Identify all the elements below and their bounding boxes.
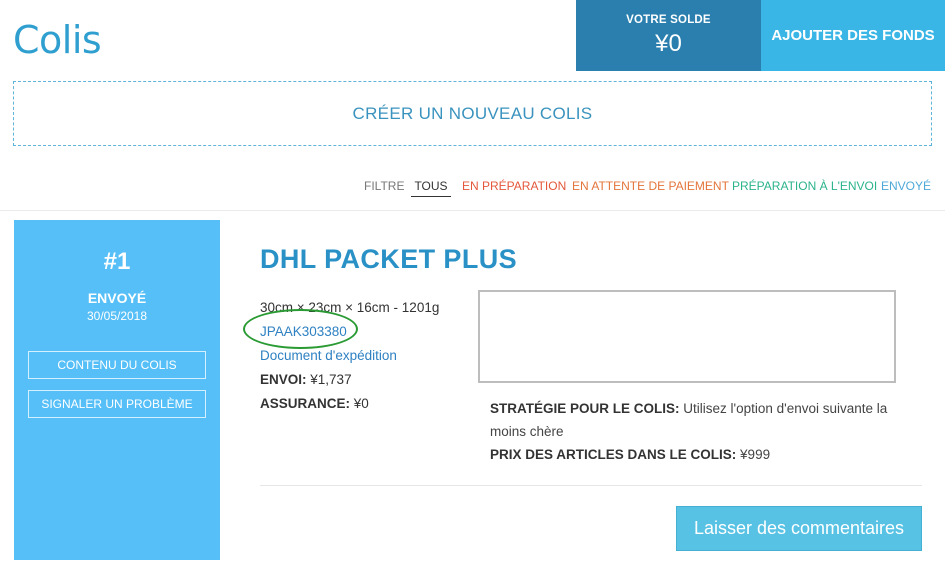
- parcel-card: #1 ENVOYÉ 30/05/2018 CONTENU DU COLIS SI…: [0, 211, 945, 564]
- strategy-row: STRATÉGIE POUR LE COLIS: Utilisez l'opti…: [490, 397, 910, 443]
- parcel-contents-button[interactable]: CONTENU DU COLIS: [28, 351, 206, 379]
- parcel-date: 30/05/2018: [86, 309, 148, 323]
- leave-feedback-button[interactable]: Laisser des commentaires: [676, 506, 922, 551]
- balance-value: ¥0: [655, 30, 682, 57]
- parcel-image-preview: [478, 290, 896, 383]
- filter-awaiting-payment[interactable]: EN ATTENTE DE PAIEMENT: [572, 179, 729, 193]
- card-divider: [260, 485, 922, 486]
- filter-in-preparation[interactable]: EN PRÉPARATION: [462, 179, 566, 193]
- filter-sent[interactable]: ENVOYÉ: [881, 179, 931, 193]
- balance-box: VOTRE SOLDE ¥0: [576, 0, 761, 71]
- insurance-row: ASSURANCE: ¥0: [260, 392, 439, 416]
- create-new-parcel-button[interactable]: CRÉER UN NOUVEAU COLIS: [13, 81, 932, 146]
- balance-label: VOTRE SOLDE: [626, 14, 711, 26]
- parcel-sidebar: #1 ENVOYÉ 30/05/2018 CONTENU DU COLIS SI…: [14, 220, 220, 560]
- parcel-strategy: STRATÉGIE POUR LE COLIS: Utilisez l'opti…: [490, 397, 910, 466]
- carrier-name: DHL PACKET PLUS: [260, 244, 518, 274]
- filter-label: FILTRE: [364, 179, 405, 193]
- filter-bar: FILTRE TOUS EN PRÉPARATION EN ATTENTE DE…: [0, 179, 945, 201]
- shipping-cost-row: ENVOI: ¥1,737: [260, 368, 439, 392]
- parcel-status: ENVOYÉ: [87, 290, 147, 306]
- insurance-label: ASSURANCE:: [260, 396, 351, 411]
- items-price-label: PRIX DES ARTICLES DANS LE COLIS:: [490, 447, 737, 462]
- filter-preparing-shipment[interactable]: PRÉPARATION À L'ENVOI: [732, 179, 877, 193]
- page-title: Colis: [13, 18, 102, 62]
- parcel-number: #1: [103, 248, 131, 275]
- tracking-highlight-circle: [243, 309, 358, 349]
- shipping-cost-label: ENVOI:: [260, 372, 307, 387]
- filter-all[interactable]: TOUS: [411, 179, 451, 197]
- items-price-row: PRIX DES ARTICLES DANS LE COLIS: ¥999: [490, 443, 910, 466]
- items-price-value: ¥999: [740, 447, 771, 462]
- shipping-cost-value: ¥1,737: [310, 372, 352, 387]
- strategy-label: STRATÉGIE POUR LE COLIS:: [490, 401, 680, 416]
- add-funds-button[interactable]: AJOUTER DES FONDS: [761, 0, 945, 71]
- report-problem-button[interactable]: SIGNALER UN PROBLÈME: [28, 390, 206, 418]
- insurance-value: ¥0: [353, 396, 369, 411]
